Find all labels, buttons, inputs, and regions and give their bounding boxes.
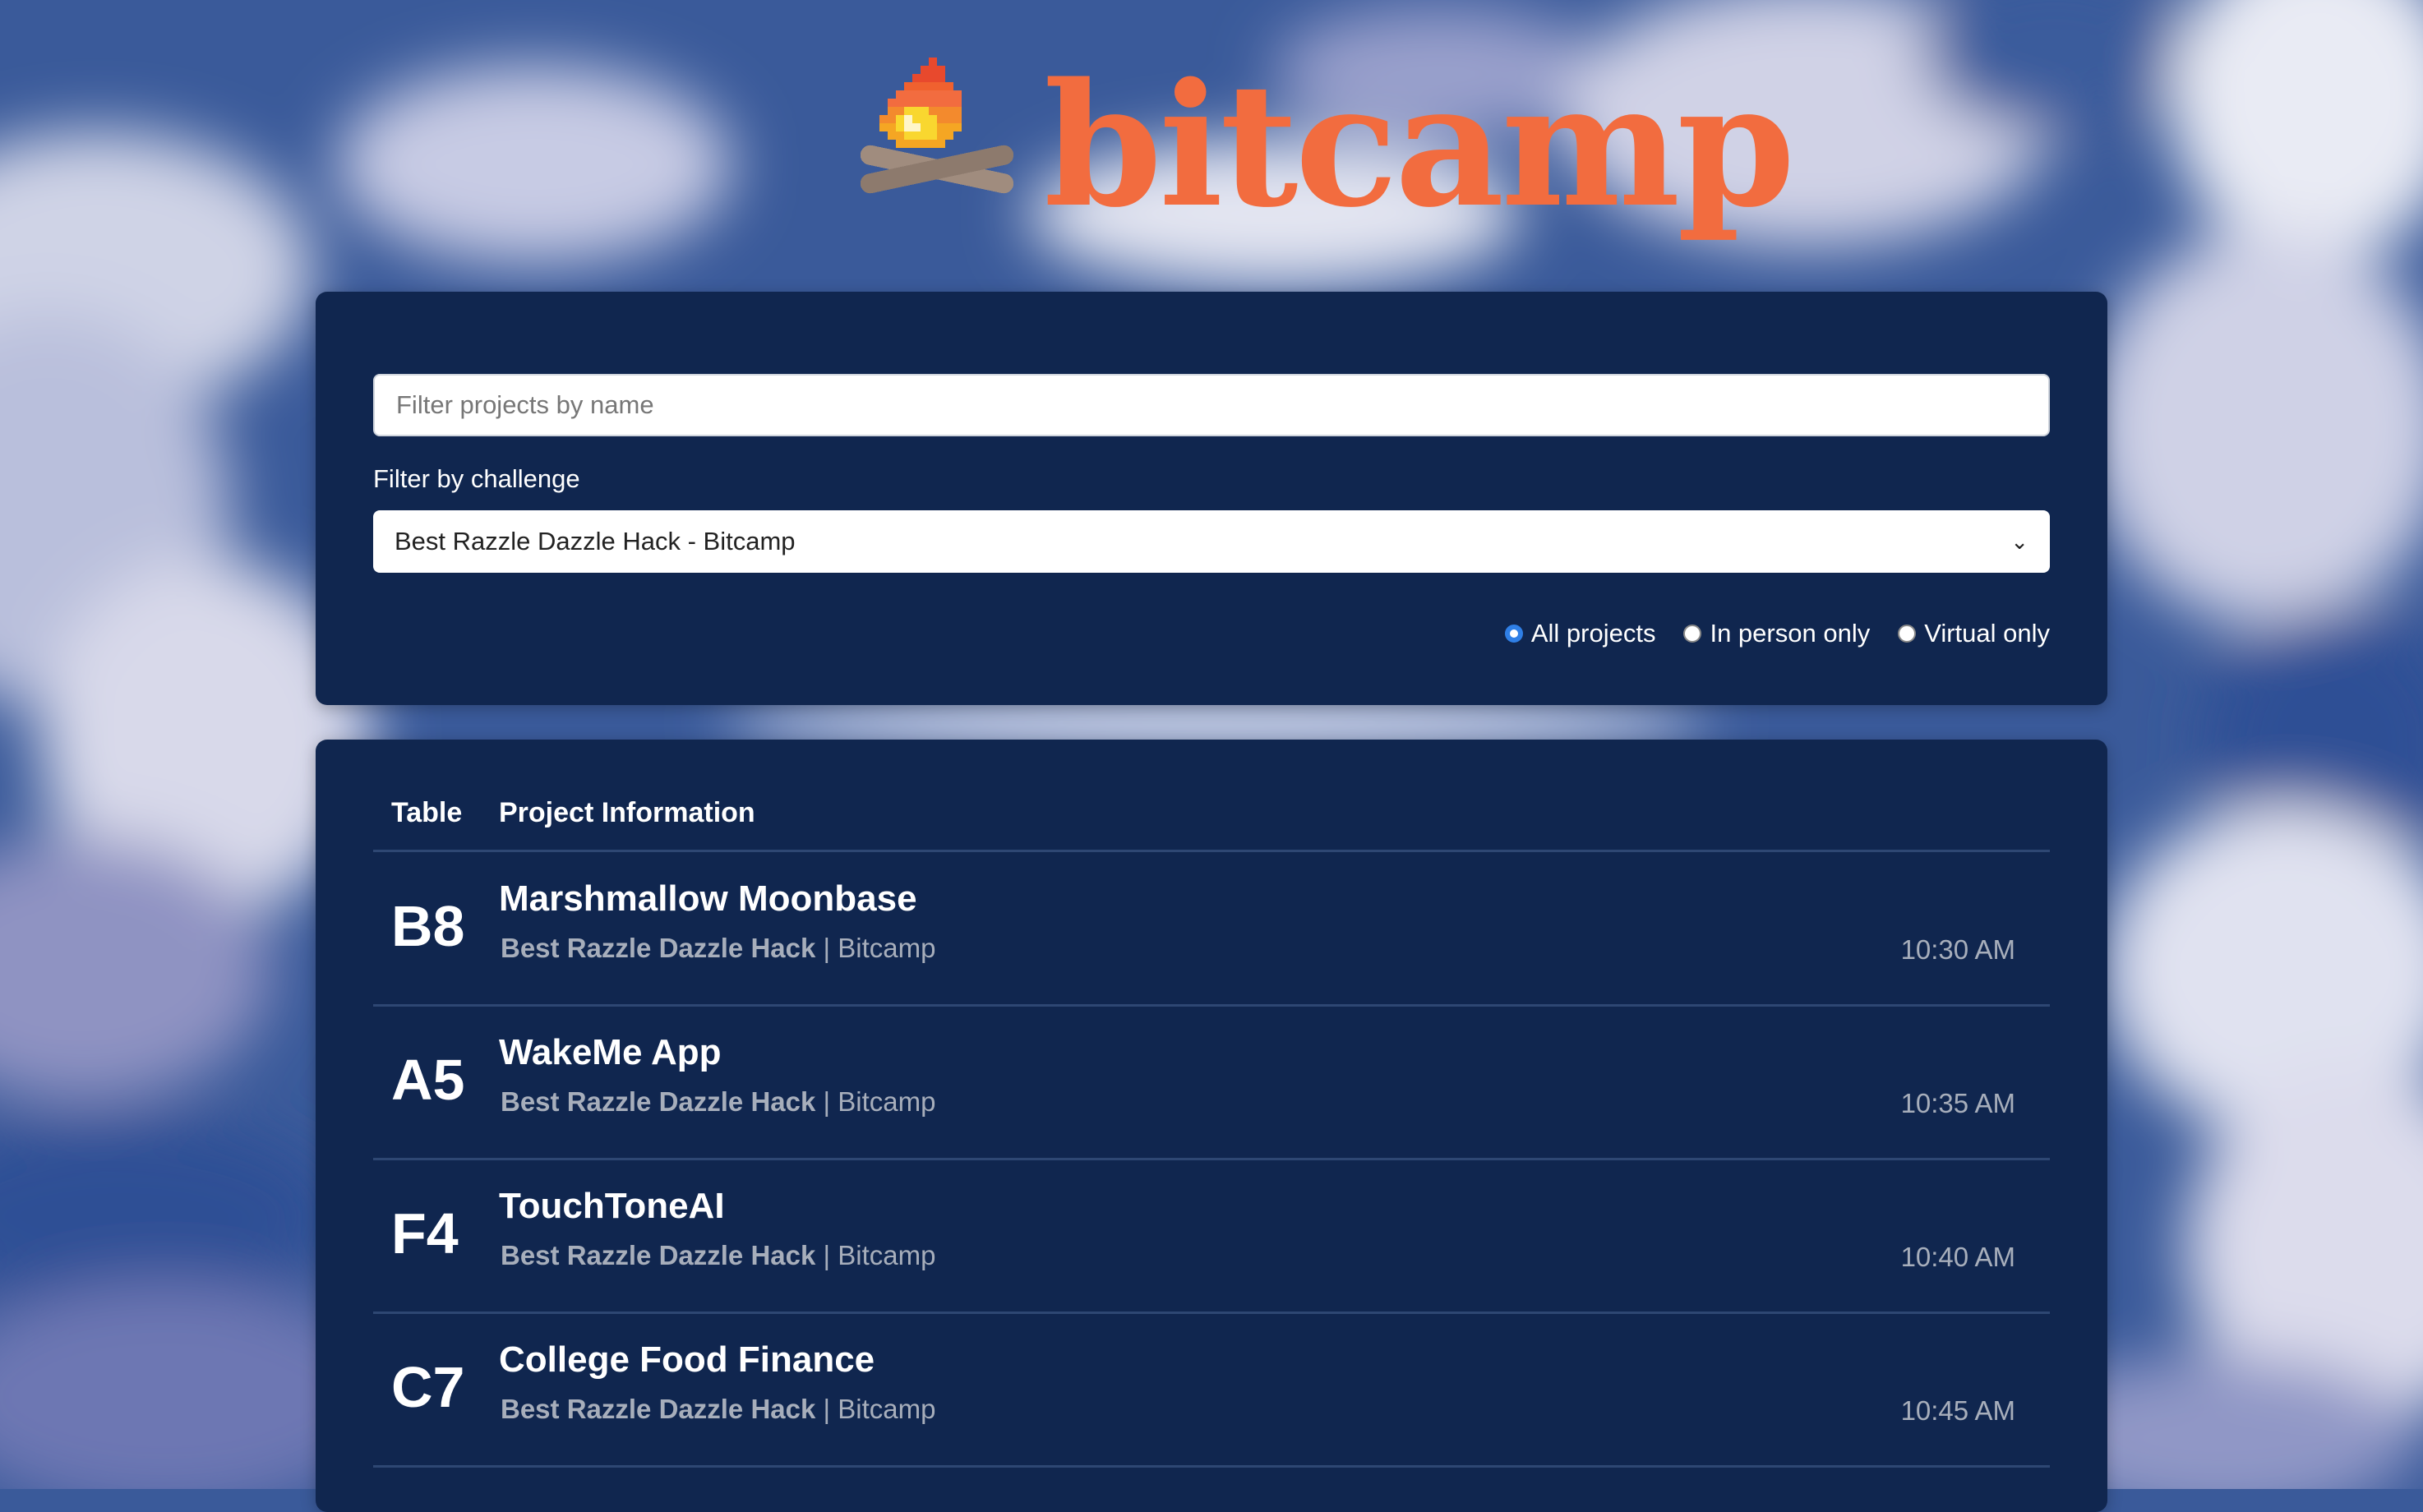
radio-label: In person only	[1710, 619, 1871, 648]
project-name-filter-input[interactable]	[373, 374, 2050, 436]
column-header-project-information: Project Information	[499, 797, 755, 828]
table-number: C7	[391, 1355, 465, 1419]
separator: |	[823, 1086, 831, 1117]
project-meta: Best Razzle Dazzle Hack | Bitcamp	[501, 1086, 935, 1118]
table-row[interactable]: F4 TouchToneAI Best Razzle Dazzle Hack |…	[373, 1159, 2050, 1314]
radio-button-icon[interactable]	[1683, 625, 1702, 643]
filters-panel: Filter by challenge Best Razzle Dazzle H…	[316, 292, 2107, 705]
bitcamp-logo[interactable]: bitcamp	[855, 46, 1795, 245]
challenge-filter-label: Filter by challenge	[373, 464, 580, 493]
table-row[interactable]: A5 WakeMe App Best Razzle Dazzle Hack | …	[373, 1006, 2050, 1160]
judging-time: 10:30 AM	[1900, 934, 2015, 965]
brand-name: bitcamp	[1044, 46, 1795, 245]
radio-label: Virtual only	[1924, 619, 2050, 648]
project-name[interactable]: TouchToneAI	[499, 1186, 725, 1227]
table-number: B8	[391, 894, 465, 958]
radio-in-person-only[interactable]: In person only	[1683, 619, 1870, 648]
project-name[interactable]: Marshmallow Moonbase	[499, 878, 917, 920]
campfire-icon	[855, 58, 1019, 222]
column-header-table: Table	[391, 797, 463, 828]
challenge-name: Best Razzle Dazzle Hack	[501, 1394, 816, 1424]
radio-button-icon[interactable]	[1898, 625, 1917, 643]
sponsor-name: Bitcamp	[838, 1086, 936, 1117]
challenge-name: Best Razzle Dazzle Hack	[501, 1240, 816, 1270]
judging-time: 10:40 AM	[1900, 1242, 2015, 1272]
challenge-name: Best Razzle Dazzle Hack	[501, 933, 816, 963]
table-number: F4	[391, 1201, 459, 1265]
challenge-name: Best Razzle Dazzle Hack	[501, 1086, 816, 1117]
project-name[interactable]: College Food Finance	[499, 1339, 875, 1381]
challenge-select[interactable]: Best Razzle Dazzle Hack - Bitcamp ⌄	[373, 510, 2050, 573]
sponsor-name: Bitcamp	[838, 1240, 936, 1270]
radio-all-projects[interactable]: All projects	[1504, 619, 1656, 648]
chevron-down-icon: ⌄	[2010, 528, 2028, 554]
table-number: A5	[391, 1048, 465, 1112]
radio-button-icon[interactable]	[1504, 625, 1523, 643]
project-name[interactable]: WakeMe App	[499, 1032, 722, 1073]
judging-time: 10:45 AM	[1900, 1395, 2015, 1426]
radio-label: All projects	[1530, 619, 1656, 648]
sponsor-name: Bitcamp	[838, 1394, 936, 1424]
table-row[interactable]: B8 Marshmallow Moonbase Best Razzle Dazz…	[373, 852, 2050, 1007]
project-meta: Best Razzle Dazzle Hack | Bitcamp	[501, 1394, 935, 1425]
project-meta: Best Razzle Dazzle Hack | Bitcamp	[501, 933, 935, 964]
separator: |	[823, 933, 831, 963]
sponsor-name: Bitcamp	[838, 933, 936, 963]
projects-table-panel: Table Project Information B8 Marshmallow…	[316, 740, 2107, 1512]
challenge-select-value: Best Razzle Dazzle Hack - Bitcamp	[395, 527, 796, 555]
radio-virtual-only[interactable]: Virtual only	[1898, 619, 2050, 648]
separator: |	[823, 1240, 831, 1270]
judging-time: 10:35 AM	[1900, 1088, 2015, 1118]
attendance-mode-radios: All projects In person only Virtual only	[1504, 619, 2050, 648]
project-meta: Best Razzle Dazzle Hack | Bitcamp	[501, 1240, 935, 1271]
table-header: Table Project Information	[373, 797, 2050, 852]
table-row[interactable]: C7 College Food Finance Best Razzle Dazz…	[373, 1313, 2050, 1468]
separator: |	[823, 1394, 831, 1424]
